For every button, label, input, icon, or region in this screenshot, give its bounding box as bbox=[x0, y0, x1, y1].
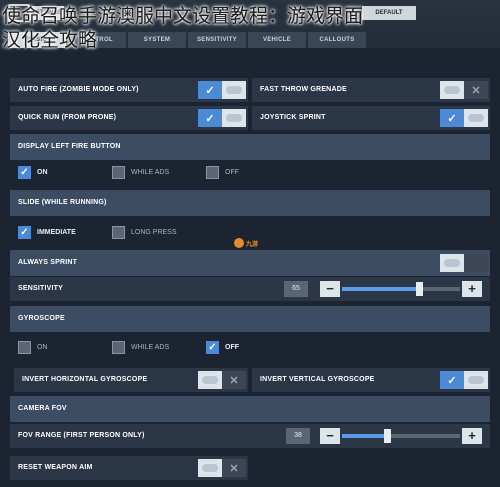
fov-range-row: FOV RANGE (FIRST PERSON ONLY) 38 − + bbox=[10, 424, 490, 448]
slide-header: SLIDE (WHILE RUNNING) bbox=[10, 190, 490, 216]
invert-horizontal-row: INVERT HORIZONTAL GYROSCOPE ✕ bbox=[14, 368, 248, 392]
fast-throw-row: FAST THROW GRENADE ✕ bbox=[252, 78, 490, 102]
reset-weapon-aim-toggle[interactable]: ✕ bbox=[198, 459, 246, 477]
invert-vertical-row: INVERT VERTICAL GYROSCOPE ✓ bbox=[252, 368, 490, 392]
sensitivity-label: SENSITIVITY bbox=[18, 285, 63, 292]
toggle-knob bbox=[444, 86, 460, 94]
fov-decrease-button[interactable]: − bbox=[320, 428, 340, 444]
gyroscope-header: GYROSCOPE bbox=[10, 306, 490, 332]
checkbox[interactable] bbox=[112, 340, 125, 354]
invert-vertical-toggle[interactable]: ✓ bbox=[440, 371, 488, 389]
overlay-title-line2: 汉化全攻略 bbox=[2, 29, 98, 51]
quick-run-row: QUICK RUN (FROM PRONE) ✓ bbox=[10, 106, 248, 130]
checkbox[interactable]: ✓ bbox=[18, 165, 31, 179]
sensitivity-value: 65 bbox=[284, 281, 308, 297]
toggle-knob bbox=[202, 464, 218, 472]
watermark-text: 九游 bbox=[246, 241, 259, 248]
slide-long-press-option[interactable]: LONG PRESS bbox=[112, 220, 177, 244]
toggle-knob bbox=[226, 114, 242, 122]
toggle-knob bbox=[444, 259, 460, 267]
joystick-sprint-label: JOYSTICK SPRINT bbox=[260, 114, 326, 121]
logo-icon bbox=[234, 238, 244, 248]
display-left-fire-header: DISPLAY LEFT FIRE BUTTON bbox=[10, 134, 490, 160]
gyroscope-title: GYROSCOPE bbox=[18, 315, 65, 322]
fov-value: 38 bbox=[286, 428, 310, 444]
checkbox[interactable] bbox=[112, 225, 125, 239]
auto-fire-row: AUTO FIRE (ZOMBIE MODE ONLY) ✓ bbox=[10, 78, 248, 102]
gyro-while-ads-option[interactable]: WHILE ADS bbox=[112, 335, 169, 359]
check-icon: ✓ bbox=[198, 81, 222, 99]
watermark-logo: 九游 bbox=[234, 236, 268, 250]
slider-fill bbox=[342, 434, 387, 438]
fov-slider[interactable] bbox=[342, 429, 460, 443]
quick-run-toggle[interactable]: ✓ bbox=[198, 109, 246, 127]
reset-weapon-aim-label: RESET WEAPON AIM bbox=[18, 464, 93, 471]
checkbox[interactable] bbox=[18, 340, 31, 354]
checkbox[interactable] bbox=[112, 165, 125, 179]
overlay-title: 使命召唤手游澳服中文设置教程：游戏界面 汉化全攻略 bbox=[2, 4, 498, 52]
invert-vertical-label: INVERT VERTICAL GYROSCOPE bbox=[260, 376, 375, 383]
toggle-knob bbox=[468, 376, 484, 384]
fast-throw-label: FAST THROW GRENADE bbox=[260, 86, 347, 93]
fast-throw-toggle[interactable]: ✕ bbox=[440, 81, 488, 99]
always-sprint-title: ALWAYS SPRINT bbox=[18, 259, 78, 266]
left-fire-while-ads-option[interactable]: WHILE ADS bbox=[112, 160, 169, 184]
check-icon: ✓ bbox=[440, 109, 464, 127]
cross-icon: ✕ bbox=[464, 81, 488, 99]
display-left-fire-title: DISPLAY LEFT FIRE BUTTON bbox=[18, 143, 121, 150]
slide-title: SLIDE (WHILE RUNNING) bbox=[18, 199, 107, 206]
toggle-knob bbox=[226, 86, 242, 94]
joystick-sprint-toggle[interactable]: ✓ bbox=[440, 109, 488, 127]
sensitivity-slider[interactable] bbox=[342, 282, 460, 296]
fov-range-label: FOV RANGE (FIRST PERSON ONLY) bbox=[18, 432, 145, 439]
option-label: IMMEDIATE bbox=[37, 228, 76, 236]
checkbox[interactable]: ✓ bbox=[18, 225, 31, 239]
option-label: ON bbox=[37, 343, 48, 351]
always-sprint-header: ALWAYS SPRINT bbox=[10, 250, 490, 276]
toggle-knob bbox=[468, 114, 484, 122]
slider-fill bbox=[342, 287, 419, 291]
camera-fov-title: CAMERA FOV bbox=[18, 405, 67, 412]
quick-run-label: QUICK RUN (FROM PRONE) bbox=[18, 114, 117, 121]
sensitivity-row: SENSITIVITY 65 − + bbox=[10, 277, 490, 301]
check-icon: ✓ bbox=[198, 109, 222, 127]
option-label: WHILE ADS bbox=[131, 168, 170, 176]
option-label: ON bbox=[37, 168, 48, 176]
gyro-on-option[interactable]: ON bbox=[18, 335, 48, 359]
option-label: LONG PRESS bbox=[131, 228, 177, 236]
invert-horizontal-label: INVERT HORIZONTAL GYROSCOPE bbox=[22, 376, 148, 383]
checkbox[interactable]: ✓ bbox=[206, 340, 219, 354]
joystick-sprint-row: JOYSTICK SPRINT ✓ bbox=[252, 106, 490, 130]
gyro-off-option[interactable]: ✓ OFF bbox=[206, 335, 239, 359]
slider-handle[interactable] bbox=[416, 282, 423, 296]
toggle-knob bbox=[202, 376, 218, 384]
sensitivity-decrease-button[interactable]: − bbox=[320, 281, 340, 297]
auto-fire-label: AUTO FIRE (ZOMBIE MODE ONLY) bbox=[18, 86, 139, 93]
sensitivity-increase-button[interactable]: + bbox=[462, 281, 482, 297]
left-fire-off-option[interactable]: OFF bbox=[206, 160, 239, 184]
option-label: OFF bbox=[225, 343, 239, 351]
invert-horizontal-toggle[interactable]: ✕ bbox=[198, 371, 246, 389]
option-label: OFF bbox=[225, 168, 239, 176]
fov-increase-button[interactable]: + bbox=[462, 428, 482, 444]
slider-handle[interactable] bbox=[384, 429, 391, 443]
option-label: WHILE ADS bbox=[131, 343, 170, 351]
cross-icon: ✕ bbox=[222, 459, 246, 477]
cross-icon: ✕ bbox=[222, 371, 246, 389]
left-fire-on-option[interactable]: ✓ ON bbox=[18, 160, 48, 184]
slide-immediate-option[interactable]: ✓ IMMEDIATE bbox=[18, 220, 76, 244]
check-icon: ✓ bbox=[440, 371, 464, 389]
overlay-title-line1: 使命召唤手游澳服中文设置教程：游戏界面 bbox=[2, 5, 364, 27]
auto-fire-toggle[interactable]: ✓ bbox=[198, 81, 246, 99]
camera-fov-header: CAMERA FOV bbox=[10, 396, 490, 422]
checkbox[interactable] bbox=[206, 165, 219, 179]
always-sprint-toggle[interactable] bbox=[440, 254, 488, 272]
reset-weapon-aim-row: RESET WEAPON AIM ✕ bbox=[10, 456, 248, 480]
